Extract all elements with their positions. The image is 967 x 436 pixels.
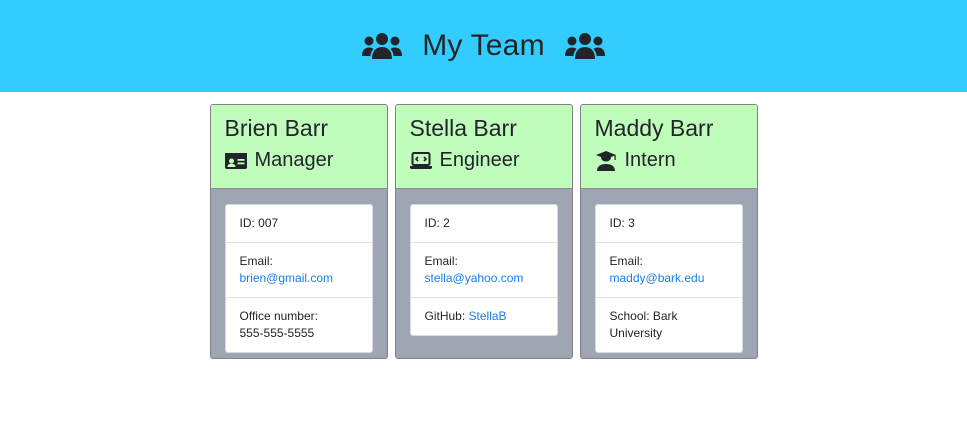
email-label: Email:: [424, 254, 458, 268]
employee-card-intern: Maddy Barr Intern ID: 3 Email: maddy@bar…: [579, 104, 758, 359]
email-link[interactable]: maddy@bark.edu: [610, 271, 705, 285]
card-body: ID: 2 Email: stella@yahoo.com GitHub: St…: [396, 189, 572, 336]
id-item: ID: 007: [225, 205, 372, 243]
employee-name: Brien Barr: [224, 115, 329, 141]
id-card-icon: [224, 151, 247, 171]
employee-card-manager: Brien Barr Manager ID: 007 Email: brien@…: [209, 104, 388, 359]
role-label: Manager: [254, 149, 334, 171]
details-list: ID: 007 Email: brien@gmail.com Office nu…: [224, 204, 373, 353]
employee-role: Engineer: [409, 149, 572, 172]
employee-card-engineer: Stella Barr Engineer ID: 2 Email: stella…: [394, 104, 573, 359]
card-header: Brien Barr Manager: [210, 105, 387, 189]
card-body: ID: 007 Email: brien@gmail.com Office nu…: [211, 189, 387, 353]
email-label: Email:: [609, 254, 643, 268]
laptop-code-icon: [409, 151, 432, 171]
email-item: Email: brien@gmail.com: [225, 243, 372, 298]
team-cards: Brien Barr Manager ID: 007 Email: brien@…: [0, 104, 967, 359]
id-item: ID: 2: [410, 205, 557, 243]
email-label: Email:: [239, 254, 273, 268]
email-item: Email: maddy@bark.edu: [595, 243, 742, 298]
employee-role: Intern: [595, 149, 757, 172]
user-graduate-icon: [595, 150, 617, 171]
role-label: Intern: [624, 149, 676, 171]
page-title: My Team: [422, 29, 545, 62]
office-number-item: Office number: 555-555-5555: [226, 298, 372, 352]
id-item: ID: 3: [595, 205, 742, 243]
card-body: ID: 3 Email: maddy@bark.edu School: Bark…: [581, 189, 757, 353]
employee-name: Stella Barr: [409, 115, 517, 141]
school-item: School: Bark University: [609, 309, 678, 340]
details-list: ID: 2 Email: stella@yahoo.com GitHub: St…: [409, 204, 558, 336]
header-title-group: My Team: [362, 29, 605, 63]
employee-name: Maddy Barr: [594, 115, 714, 141]
email-link[interactable]: stella@yahoo.com: [425, 271, 524, 285]
office-number-value: 555-555-5555: [239, 326, 315, 340]
details-list: ID: 3 Email: maddy@bark.edu School: Bark…: [594, 204, 743, 353]
email-item: Email: stella@yahoo.com: [410, 243, 557, 298]
role-label: Engineer: [439, 149, 520, 171]
users-icon: [362, 32, 403, 60]
page-header: My Team: [0, 0, 967, 92]
github-link[interactable]: StellaB: [469, 309, 507, 323]
card-header: Stella Barr Engineer: [395, 105, 572, 189]
office-number-label: Office number:: [239, 309, 318, 323]
email-link[interactable]: brien@gmail.com: [240, 271, 334, 285]
github-item: GitHub: StellaB: [411, 298, 557, 335]
users-icon: [564, 32, 605, 60]
employee-role: Manager: [224, 149, 387, 172]
github-label: GitHub:: [424, 309, 469, 323]
card-header: Maddy Barr Intern: [580, 105, 757, 189]
